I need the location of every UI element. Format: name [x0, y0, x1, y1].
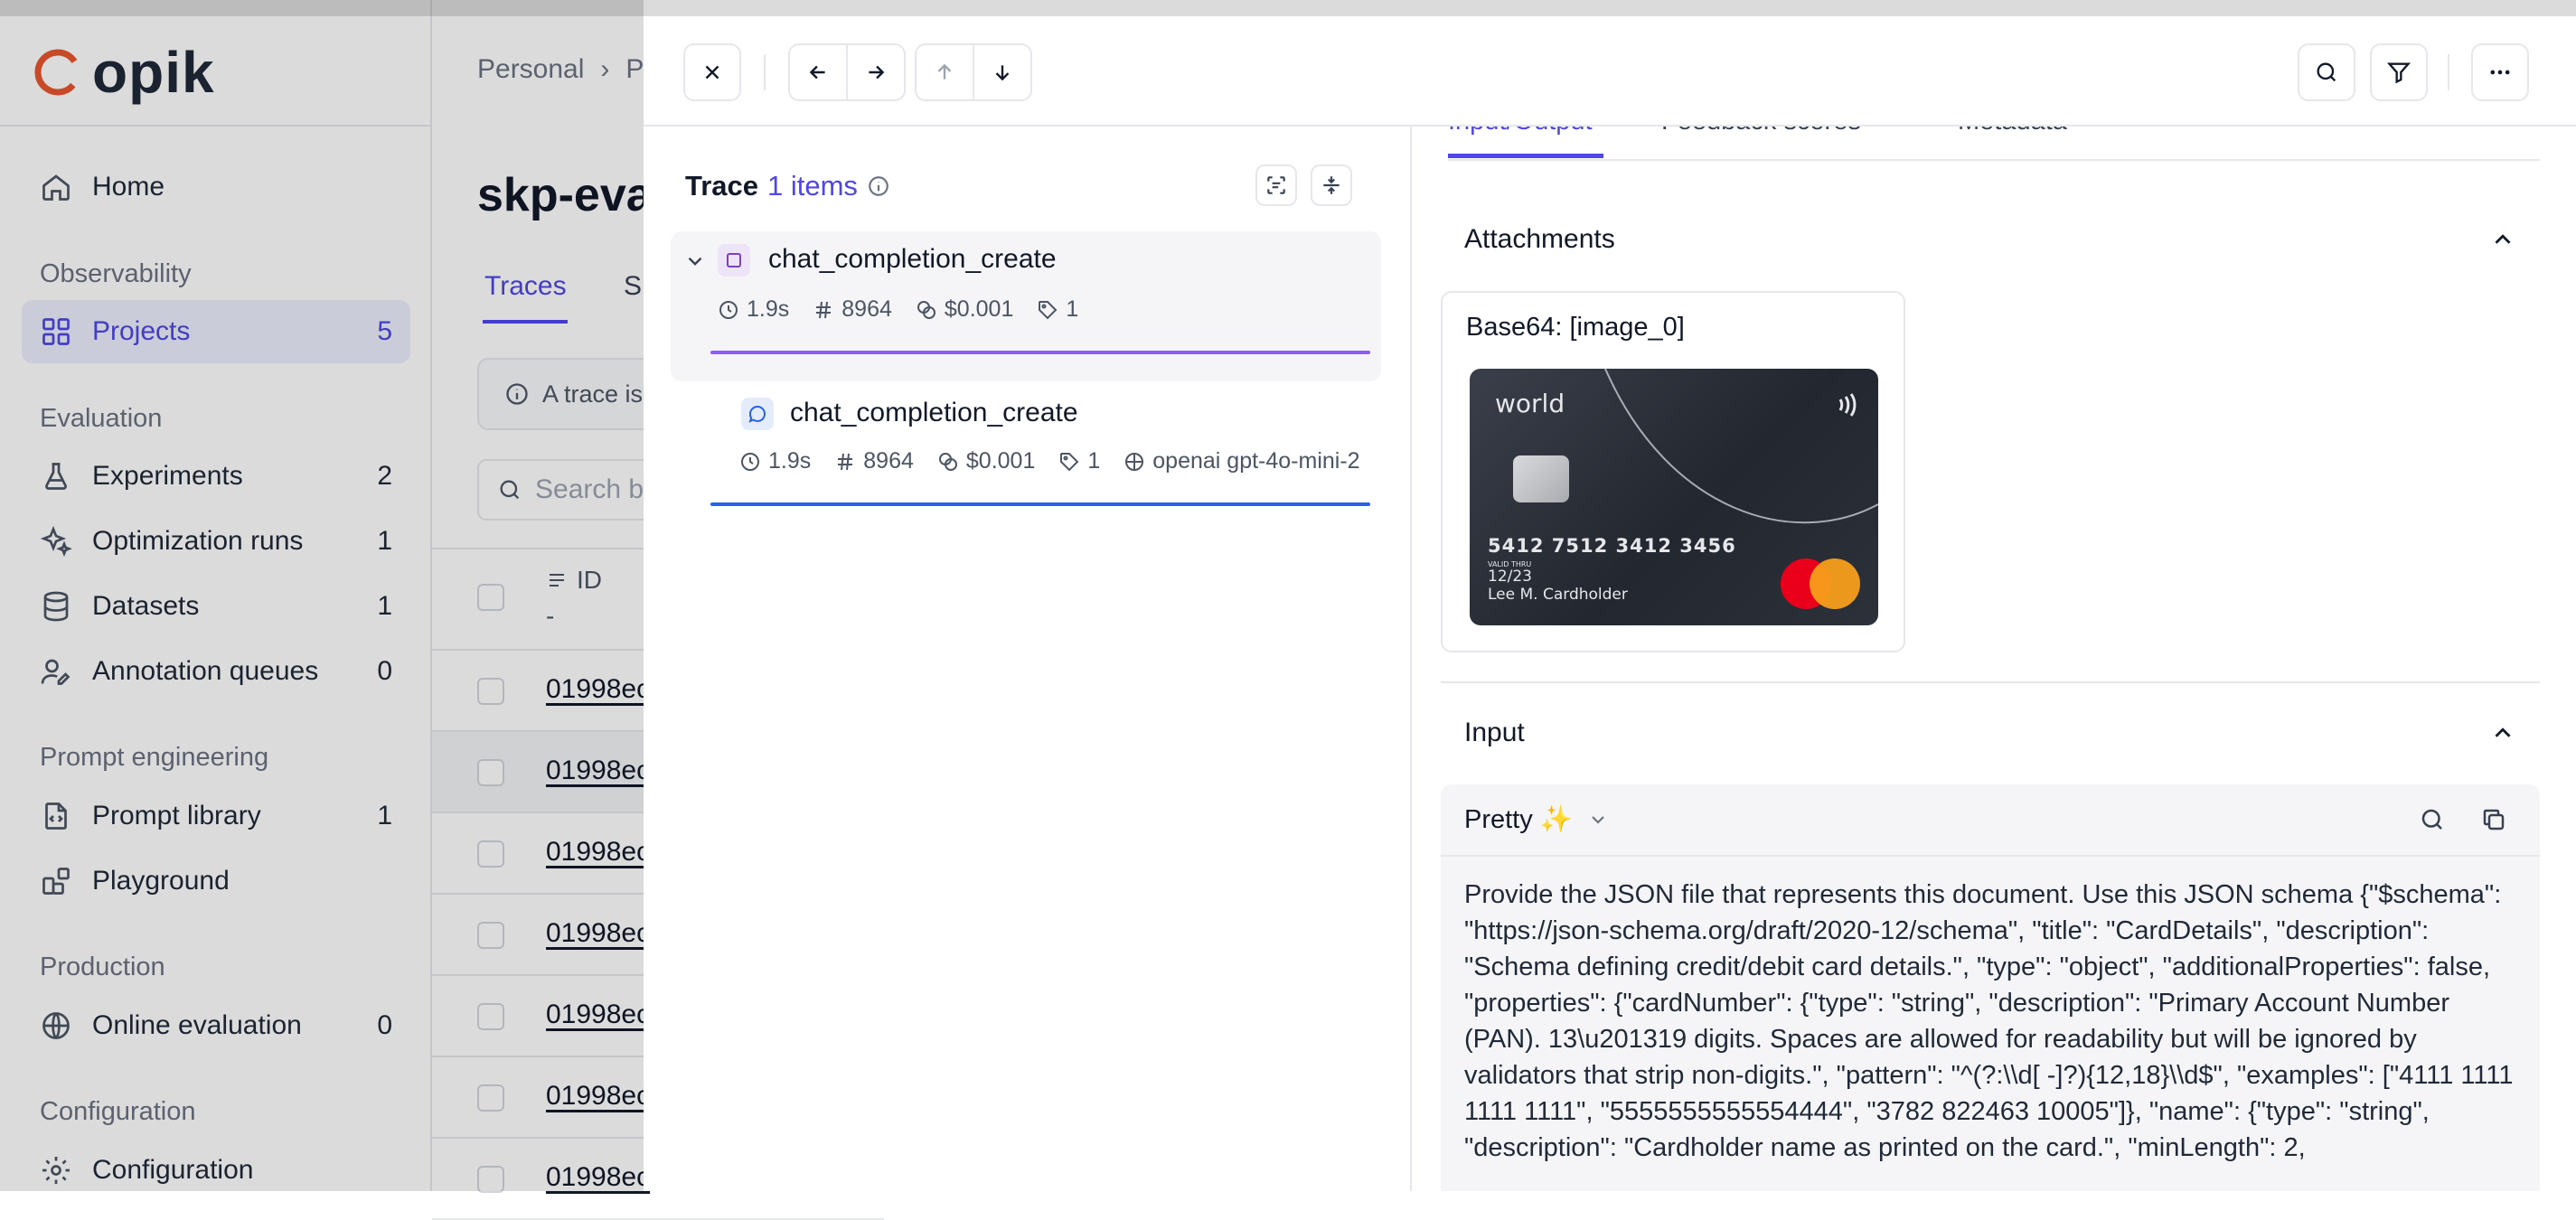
trace-tree-title: Trace 1 items	[685, 170, 890, 202]
modal-backdrop[interactable]	[0, 0, 644, 1191]
chevron-down-icon	[1592, 816, 1604, 824]
coins-icon	[917, 300, 935, 319]
card-number: 5412 7512 3412 3456	[1488, 535, 1736, 557]
filter-button[interactable]	[2370, 43, 2428, 101]
next-span-button[interactable]	[974, 45, 1030, 99]
attachment-image[interactable]: world 5412 7512 3412 3456 VALID THRU 12/…	[1470, 369, 1878, 625]
clock-icon	[741, 452, 759, 471]
tab-active-indicator	[1448, 154, 1603, 158]
search-icon	[2317, 62, 2336, 82]
input-title: Input	[1464, 718, 1525, 747]
trace-type-icon	[718, 244, 750, 277]
close-button[interactable]	[683, 43, 741, 101]
span-row-child[interactable]: chat_completion_create 1.9s 8964 $0.001 …	[671, 383, 1381, 519]
expand-all-button[interactable]	[1255, 164, 1297, 206]
model-icon	[1125, 452, 1144, 471]
copy-icon[interactable]	[2480, 806, 2507, 833]
scan-text-icon	[1267, 176, 1285, 194]
tag-icon	[1039, 300, 1058, 319]
trace-nav-group	[788, 43, 906, 101]
arrow-down-icon	[995, 65, 1010, 81]
tag-icon	[1060, 452, 1079, 471]
sparkle-icon: ✨	[1539, 805, 1573, 834]
card-expiry: 12/23	[1488, 568, 1532, 586]
input-format-bar: Pretty ✨	[1441, 784, 2540, 857]
trace-title-label: Trace	[685, 170, 759, 202]
llm-type-icon	[741, 398, 774, 430]
arrow-left-icon	[809, 65, 825, 80]
tags: 1	[1037, 296, 1078, 323]
close-icon	[705, 65, 719, 80]
hash-icon	[816, 301, 832, 318]
next-trace-button[interactable]	[848, 45, 904, 99]
info-icon[interactable]	[867, 174, 890, 198]
modal-backdrop-top[interactable]	[0, 0, 2576, 16]
previous-trace-button[interactable]	[790, 45, 846, 99]
toolbar-divider	[2448, 54, 2449, 90]
span-nav-group	[915, 43, 1032, 101]
span-timeline-bar	[710, 351, 1370, 354]
shrink-icon	[1323, 176, 1340, 194]
clock-icon	[719, 300, 738, 319]
hash-icon	[838, 453, 853, 470]
contactless-icon	[1838, 393, 1857, 417]
format-label: Pretty	[1464, 804, 1533, 834]
filter-icon	[2386, 62, 2411, 84]
trace-item-count: 1 items	[767, 170, 858, 202]
span-meta: 1.9s 8964 $0.001 1	[718, 296, 1078, 323]
span-timeline-bar	[710, 502, 1370, 506]
previous-span-button[interactable]	[917, 45, 973, 99]
span-name: chat_completion_create	[768, 244, 1057, 274]
arrow-up-icon	[937, 63, 952, 80]
chevron-up-icon[interactable]	[2489, 719, 2516, 746]
cost: $0.001	[916, 296, 1013, 323]
more-horizontal-icon	[2490, 70, 2510, 75]
duration: 1.9s	[718, 296, 789, 323]
attachments-title: Attachments	[1464, 224, 1615, 254]
chevron-down-icon[interactable]	[683, 249, 707, 273]
collapse-all-button[interactable]	[1311, 164, 1352, 206]
format-select[interactable]: Pretty ✨	[1464, 804, 1609, 835]
section-divider	[1441, 681, 2540, 683]
span-row-root[interactable]: chat_completion_create 1.9s 8964 $0.001 …	[671, 231, 1381, 381]
span-name: chat_completion_create	[790, 398, 1078, 427]
card-chip	[1513, 455, 1569, 502]
search-button[interactable]	[2298, 43, 2355, 101]
tabs-divider	[1448, 159, 2540, 161]
toolbar-divider	[764, 54, 766, 90]
mastercard-logo	[1781, 558, 1860, 609]
attachment-label: Base64: [image_0]	[1466, 313, 1685, 342]
arrow-right-icon	[869, 65, 885, 80]
more-options-button[interactable]	[2471, 43, 2529, 101]
input-content: Provide the JSON file that represents th…	[1464, 880, 2521, 1162]
chevron-up-icon[interactable]	[2489, 226, 2516, 253]
card-holder: Lee M. Cardholder	[1488, 586, 1628, 604]
search-icon[interactable]	[2419, 806, 2446, 833]
card-brand: world	[1495, 389, 1565, 418]
span-meta: 1.9s 8964 $0.001 1 openai gpt-4o-mini-2	[739, 448, 1372, 474]
tokens: 8964	[813, 296, 892, 323]
coins-icon	[938, 452, 957, 471]
